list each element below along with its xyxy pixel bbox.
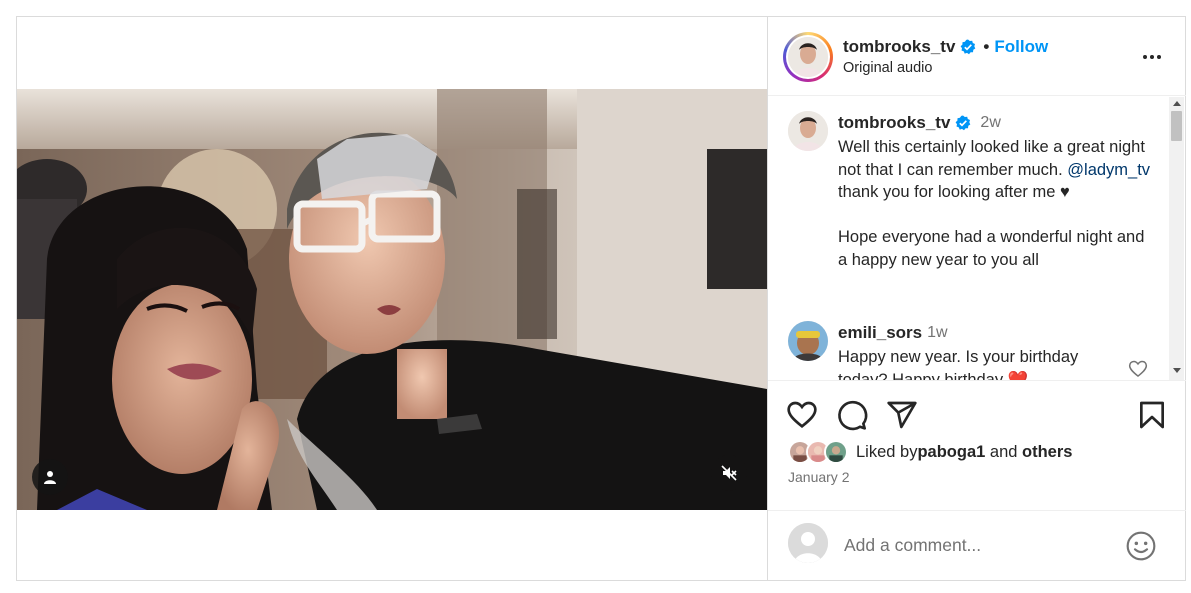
original-audio-link[interactable]: Original audio [843, 60, 932, 76]
comment-time[interactable]: 1w [927, 324, 947, 342]
comment-header: emili_sors 1w [838, 323, 948, 343]
mute-toggle-button[interactable] [711, 455, 747, 491]
more-options-icon[interactable] [1138, 47, 1166, 67]
likes-prefix: Liked by [856, 442, 918, 461]
verified-icon [961, 39, 976, 55]
comment-text: Happy new year. Is your birthday today? … [838, 348, 1079, 381]
commenter-username[interactable]: emili_sors [838, 323, 922, 343]
liker-username[interactable]: paboga1 [917, 443, 985, 462]
likes-others-link[interactable]: others [1022, 443, 1072, 462]
caption-username[interactable]: tombrooks_tv [838, 113, 950, 133]
post-side-panel: tombrooks_tv • Follow Original audio tom… [767, 17, 1186, 580]
commenter-avatar[interactable] [788, 321, 828, 361]
heart-icon[interactable] [786, 399, 818, 431]
reel-video[interactable] [17, 89, 767, 510]
video-frame [17, 89, 767, 510]
user-tag-icon [44, 471, 56, 484]
share-icon[interactable] [886, 399, 918, 431]
caption-header: tombrooks_tv 2w [838, 113, 1001, 133]
comment-icon[interactable] [836, 399, 868, 431]
post-header: tombrooks_tv • Follow Original audio [768, 17, 1186, 96]
heart-icon[interactable] [1128, 359, 1148, 379]
add-comment-row [768, 510, 1186, 580]
comments-scrollbar[interactable] [1169, 97, 1184, 380]
author-username[interactable]: tombrooks_tv [843, 37, 955, 57]
add-comment-input[interactable] [844, 533, 1114, 557]
media-column [17, 17, 767, 580]
comments-list: tombrooks_tv 2w Well this certainly look… [768, 97, 1186, 381]
mention-link[interactable]: @ladym_tv [1067, 161, 1150, 179]
liker-avatars[interactable] [788, 440, 854, 464]
verified-icon [956, 115, 971, 131]
author-avatar[interactable] [783, 32, 833, 82]
likes-middle: and [985, 442, 1023, 461]
current-user-avatar [788, 523, 828, 563]
post-date[interactable]: January 2 [788, 469, 849, 485]
caption-time[interactable]: 2w [980, 114, 1000, 132]
caption-line-2: thank you for looking after me ♥ [838, 183, 1070, 201]
default-avatar-icon [788, 523, 828, 563]
bookmark-icon[interactable] [1136, 399, 1168, 431]
emoji-icon[interactable] [1125, 530, 1157, 562]
action-bar [768, 381, 1186, 441]
caption-text: Well this certainly looked like a great … [838, 136, 1158, 271]
header-user-row: tombrooks_tv • Follow [843, 37, 1048, 57]
follow-button[interactable]: Follow [994, 37, 1048, 57]
likes-summary: Liked by paboga1 and others [788, 440, 1072, 464]
caption-line-3: Hope everyone had a wonderful night and … [838, 228, 1145, 269]
separator-dot: • [983, 37, 990, 56]
author-avatar-image [788, 37, 828, 77]
caption-avatar[interactable] [788, 111, 828, 151]
post-dialog: tombrooks_tv • Follow Original audio tom… [16, 16, 1186, 581]
tagged-users-button[interactable] [32, 459, 68, 495]
mute-icon [721, 465, 737, 481]
liker-avatar [824, 440, 848, 464]
